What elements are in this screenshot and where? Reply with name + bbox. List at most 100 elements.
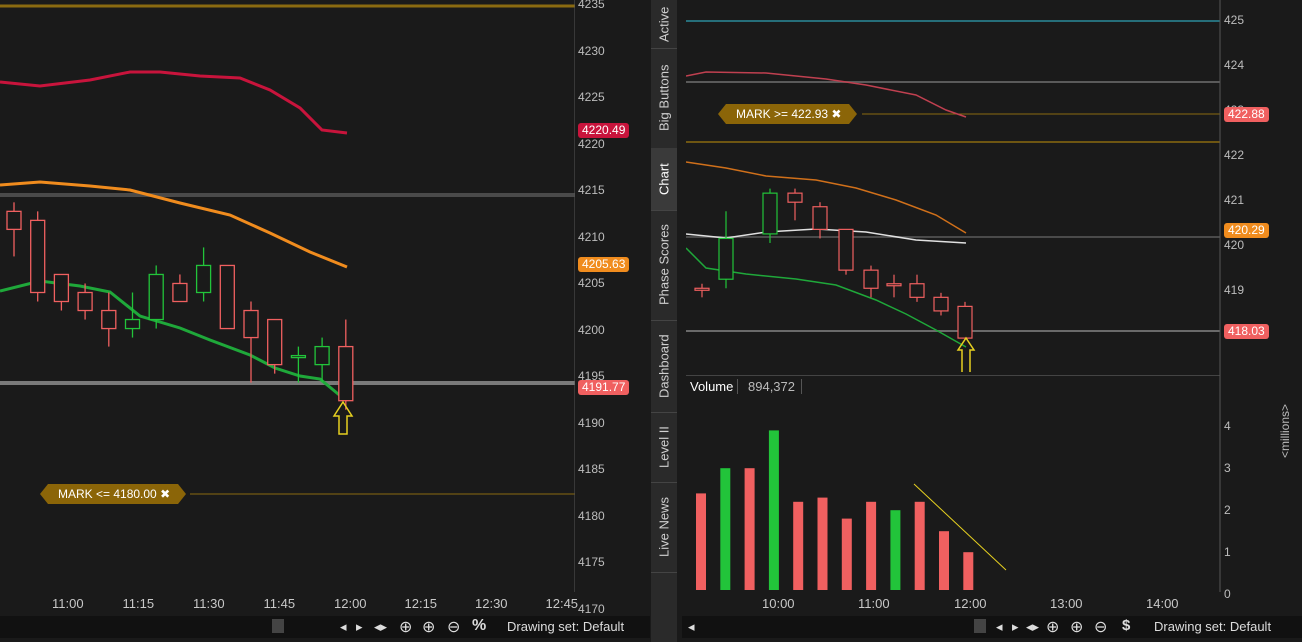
price-tick-label: 422 bbox=[1224, 148, 1245, 162]
drawing-set-selector[interactable]: Drawing set: Default bbox=[1154, 619, 1271, 634]
percent-button[interactable]: % bbox=[472, 617, 486, 635]
price-tick-label: 4175 bbox=[578, 555, 605, 569]
zoom-in-icon[interactable]: ⊕ bbox=[422, 617, 435, 637]
alert-price-tag: 422.88 bbox=[1224, 107, 1269, 122]
scroll-left-icon[interactable]: ◂ bbox=[340, 619, 347, 635]
last-price-tag: 4191.77 bbox=[578, 380, 630, 395]
scroll-right-icon[interactable]: ▸ bbox=[1012, 619, 1019, 635]
candle-body bbox=[909, 283, 925, 298]
right-price-chart[interactable] bbox=[686, 0, 1224, 372]
tab-big-buttons[interactable]: Big Buttons bbox=[651, 48, 677, 149]
volume-bar bbox=[963, 552, 974, 590]
side-tabs: Active Big Buttons Chart Phase Scores Da… bbox=[651, 0, 677, 642]
last-price-tag: 418.03 bbox=[1224, 324, 1269, 339]
time-tick-label: 11:00 bbox=[858, 596, 890, 611]
price-tick-label: 4205 bbox=[578, 276, 605, 290]
price-tick-label: 424 bbox=[1224, 58, 1245, 72]
tab-active[interactable]: Active bbox=[651, 0, 677, 49]
zoom-out-icon[interactable]: ⊖ bbox=[447, 617, 460, 637]
time-tick-label: 10:00 bbox=[762, 596, 795, 611]
volume-bar bbox=[793, 501, 804, 590]
scroll-handle[interactable] bbox=[974, 619, 986, 633]
pan-icon[interactable]: ◂▸ bbox=[1026, 619, 1039, 635]
price-tick-label: 421 bbox=[1224, 193, 1245, 207]
price-tick-label: 4185 bbox=[578, 462, 605, 476]
tab-dashboard[interactable]: Dashboard bbox=[651, 320, 677, 413]
scroll-handle[interactable] bbox=[272, 619, 284, 633]
crosshair-icon[interactable]: ⊕ bbox=[399, 617, 412, 637]
candle-body bbox=[172, 282, 188, 303]
volume-bar bbox=[696, 493, 706, 590]
candle-body bbox=[863, 269, 879, 289]
price-tick-label: 4190 bbox=[578, 415, 605, 430]
candle-body bbox=[219, 264, 235, 330]
volume-bar bbox=[866, 501, 877, 590]
volume-tick-label: 1 bbox=[1224, 545, 1231, 559]
time-tick-label: 12:00 bbox=[954, 596, 987, 611]
candle-body bbox=[718, 237, 734, 280]
left-toolbar: ◂ ▸ ◂▸ ⊕ ⊕ ⊖ % Drawing set: Default bbox=[0, 616, 650, 638]
drawing-set-selector[interactable]: Drawing set: Default bbox=[507, 619, 624, 634]
price-tick-label: 4215 bbox=[578, 183, 605, 197]
tab-level-ii[interactable]: Level II bbox=[651, 412, 677, 483]
volume-bar bbox=[744, 468, 755, 590]
time-tick-label: 11:30 bbox=[193, 596, 225, 611]
crosshair-icon[interactable]: ⊕ bbox=[1046, 617, 1059, 637]
volume-bar bbox=[817, 497, 828, 590]
zoom-in-icon[interactable]: ⊕ bbox=[1070, 617, 1083, 637]
lower-band-line bbox=[0, 279, 344, 400]
candle-body bbox=[148, 273, 164, 321]
tab-phase-scores[interactable]: Phase Scores bbox=[651, 210, 677, 321]
volume-chart bbox=[696, 372, 1221, 592]
candles-group bbox=[6, 202, 354, 410]
volume-bar bbox=[720, 468, 731, 590]
candle-body bbox=[838, 228, 854, 271]
upper-band-line bbox=[0, 70, 348, 135]
price-tick-label: 420 bbox=[1224, 238, 1245, 252]
candle-body bbox=[787, 192, 803, 203]
alert-marker[interactable]: MARK >= 422.93 ✖ bbox=[717, 104, 858, 124]
candle-body bbox=[762, 192, 778, 235]
zoom-out-icon[interactable]: ⊖ bbox=[1094, 617, 1107, 637]
price-tick-label: 4210 bbox=[578, 229, 605, 244]
volume-bar bbox=[914, 501, 925, 590]
time-tick-label: 12:30 bbox=[475, 596, 508, 611]
left-chart-pane[interactable]: 4235 4230 4225 4220 4215 4210 4205 4200 4195 4190… bbox=[0, 0, 650, 642]
scroll-left-icon[interactable]: ◂ bbox=[688, 619, 695, 635]
price-tick-label: 4180 bbox=[578, 508, 605, 523]
alert-marker[interactable]: MARK <= 4180.00 ✖ bbox=[39, 484, 187, 504]
dollar-button[interactable]: $ bbox=[1122, 617, 1130, 634]
price-tick-label: 419 bbox=[1224, 283, 1245, 297]
volume-tick-label: 2 bbox=[1224, 503, 1231, 517]
candle-body bbox=[338, 345, 354, 402]
time-tick-label: 12:00 bbox=[334, 596, 367, 611]
candle-body bbox=[30, 219, 46, 294]
time-tick-label: 12:45 bbox=[545, 596, 579, 611]
right-chart-pane[interactable]: 425 424 4 2 3 422 421 420 419 422.88 420.29 418.… bbox=[682, 0, 1302, 642]
candle-body bbox=[886, 283, 902, 287]
candle-body bbox=[124, 318, 141, 330]
candle-body bbox=[77, 291, 93, 312]
trend-line bbox=[913, 483, 1007, 571]
candle-body bbox=[53, 273, 70, 303]
price-tick-label: 4230 bbox=[578, 43, 605, 58]
volume-bars bbox=[696, 430, 974, 590]
candle-body bbox=[267, 318, 283, 366]
scroll-left-icon[interactable]: ◂ bbox=[996, 619, 1003, 635]
time-tick-label: 11:45 bbox=[263, 596, 296, 611]
tab-chart[interactable]: Chart bbox=[651, 148, 677, 211]
volume-unit: <millions> bbox=[1278, 403, 1292, 458]
middle-band-tag: 420.29 bbox=[1224, 223, 1269, 238]
pan-icon[interactable]: ◂▸ bbox=[374, 619, 387, 635]
price-tick-label: 4235 bbox=[578, 0, 605, 11]
price-tick-label: 4220 bbox=[578, 136, 605, 151]
candle-body bbox=[101, 309, 117, 330]
volume-bar bbox=[841, 518, 852, 590]
scroll-right-icon[interactable]: ▸ bbox=[356, 619, 363, 635]
price-tick-label: 4200 bbox=[578, 322, 605, 337]
time-tick-label: 14:00 bbox=[1146, 596, 1179, 611]
volume-bar bbox=[890, 510, 901, 590]
middle-band-tag: 4205.63 bbox=[578, 257, 630, 272]
tab-live-news[interactable]: Live News bbox=[651, 482, 677, 573]
right-toolbar: ◂ ◂ ▸ ◂▸ ⊕ ⊕ ⊖ $ Drawing set: Default bbox=[682, 616, 1302, 638]
